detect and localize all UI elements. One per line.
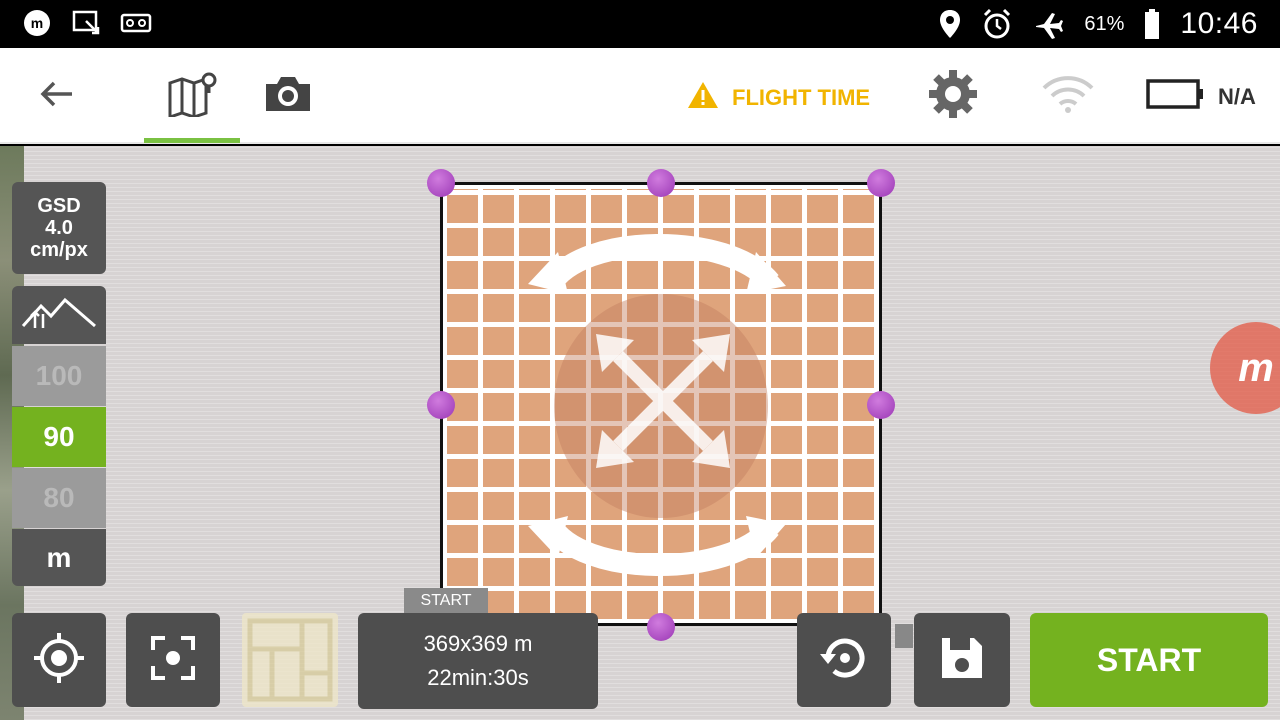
survey-size-label: 369x369 m: [423, 631, 533, 656]
wifi-icon: [1041, 74, 1095, 119]
start-point-badge: START: [404, 588, 488, 614]
location-icon: [938, 8, 962, 40]
drone-battery-status[interactable]: N/A: [1146, 78, 1256, 115]
battery-percent: 61%: [1084, 12, 1125, 35]
terrain-follow-button[interactable]: [12, 286, 106, 344]
rotate-arrow-bottom-icon[interactable]: [528, 516, 786, 576]
battery-icon: [1144, 9, 1160, 39]
mission-plan-thumbnail[interactable]: [242, 613, 338, 707]
status-bar: m 61% 10:46: [0, 0, 1280, 48]
warning-triangle-icon: [686, 80, 720, 115]
map-icon: [167, 71, 217, 122]
gsd-value: 4.0: [45, 217, 73, 239]
rotate-arrow-top-icon[interactable]: [528, 234, 786, 294]
drone-battery-icon: [1146, 78, 1204, 115]
corner-handle-top-right[interactable]: [867, 169, 895, 197]
flight-duration-label: 22min:30s: [427, 665, 529, 690]
gps-locate-icon: [32, 631, 86, 690]
app-notification-icon: m: [22, 8, 54, 38]
clock: 10:46: [1180, 7, 1258, 40]
app-toolbar: FLIGHT TIME N/A: [0, 48, 1280, 178]
save-floppy-icon: [938, 634, 986, 687]
overlay-app-icon: m: [1238, 345, 1274, 390]
altitude-option-90-selected[interactable]: 90: [12, 407, 106, 467]
altitude-unit[interactable]: m: [12, 529, 106, 586]
move-arrows-icon[interactable]: [596, 334, 730, 468]
terrain-mountain-icon: [21, 296, 97, 335]
survey-info-box: 369x369 m 22min:30s: [358, 613, 598, 709]
start-mission-button[interactable]: START: [1030, 613, 1268, 707]
locate-me-button[interactable]: [12, 613, 106, 707]
camera-icon: [263, 74, 313, 119]
tab-camera[interactable]: [250, 48, 326, 144]
save-mission-button[interactable]: [914, 613, 1010, 707]
focus-center-icon: [149, 634, 197, 687]
back-arrow-icon: [38, 79, 74, 114]
settings-button[interactable]: [920, 48, 986, 144]
gsd-label: GSD: [37, 195, 81, 217]
altitude-option-80[interactable]: 80: [12, 468, 106, 528]
altitude-option-100[interactable]: 100: [12, 346, 106, 406]
svg-text:m: m: [31, 15, 43, 31]
transform-arrows: [528, 234, 786, 576]
reset-orientation-button[interactable]: [797, 613, 891, 707]
plan-thumbnail-icon: [247, 618, 333, 702]
edge-handle-top[interactable]: [647, 169, 675, 197]
flight-time-label: FLIGHT TIME: [732, 84, 871, 110]
screen-recorder-overlay-button[interactable]: m: [1210, 322, 1280, 414]
active-tab-indicator: [144, 138, 240, 143]
map-view[interactable]: GSD 4.0 cm/px 100 90 80 m START 369x369 …: [0, 146, 1280, 720]
voicemail-icon: [120, 11, 152, 35]
back-button[interactable]: [20, 48, 92, 144]
tab-map[interactable]: [144, 48, 240, 144]
center-area-button[interactable]: [126, 613, 220, 707]
screen-cast-icon: [72, 9, 102, 37]
gsd-unit: cm/px: [30, 239, 88, 261]
reset-rotate-icon: [818, 632, 870, 689]
alarm-icon: [982, 8, 1012, 40]
settings-gear-icon: [926, 67, 980, 126]
wifi-status[interactable]: [1036, 48, 1100, 144]
divider-block: [895, 624, 913, 648]
gsd-indicator: GSD 4.0 cm/px: [12, 182, 106, 274]
edge-handle-right[interactable]: [867, 391, 895, 419]
edge-handle-bottom[interactable]: [647, 613, 675, 641]
airplane-mode-icon: [1032, 9, 1064, 39]
corner-handle-top-left[interactable]: [427, 169, 455, 197]
edge-handle-left[interactable]: [427, 391, 455, 419]
drone-battery-label: N/A: [1218, 83, 1256, 109]
flight-time-warning[interactable]: FLIGHT TIME: [686, 80, 870, 115]
